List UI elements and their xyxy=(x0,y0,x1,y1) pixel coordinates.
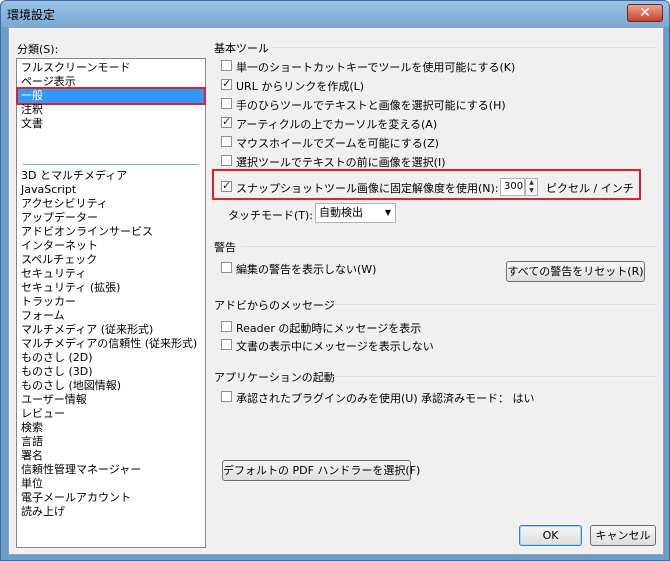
checkbox-label: URL からリンクを作成(L) xyxy=(236,80,365,93)
checkbox[interactable] xyxy=(221,321,232,332)
category-item[interactable]: 検索 xyxy=(21,421,43,435)
touch-mode-select[interactable]: 自動検出 ▼ xyxy=(315,203,396,223)
app-startup-title: アプリケーションの起動 xyxy=(214,371,335,384)
category-item[interactable]: フォーム xyxy=(21,309,65,323)
checkbox-label: マウスホイールでズームを可能にする(Z) xyxy=(236,137,439,150)
spin-up-icon[interactable]: ▲ xyxy=(526,179,537,187)
category-item-fullscreen[interactable]: フルスクリーンモード xyxy=(21,61,130,75)
category-item-comments[interactable]: 注釈 xyxy=(21,103,43,117)
select-pdf-handler-button[interactable]: デフォルトの PDF ハンドラーを選択(F) xyxy=(222,460,420,481)
checkbox-label: 編集の警告を表示しない(W) xyxy=(236,263,377,276)
category-item[interactable]: 署名 xyxy=(21,449,43,463)
close-icon: ✕ xyxy=(639,5,651,21)
warnings-title: 警告 xyxy=(214,241,236,254)
category-item[interactable]: 3D とマルチメディア xyxy=(21,169,127,183)
cancel-button[interactable]: キャンセル xyxy=(590,525,656,546)
checkbox[interactable] xyxy=(221,77,232,90)
checkbox[interactable] xyxy=(221,179,232,192)
checkbox[interactable] xyxy=(221,60,232,71)
reset-all-warnings-button[interactable]: すべての警告をリセット(R) xyxy=(506,261,645,282)
category-item[interactable]: ものさし (3D) xyxy=(21,365,93,379)
preferences-window: 環境設定 ✕ 分類(S): フルスクリーンモード ページ表示 一般 注釈 文書 … xyxy=(0,0,670,561)
category-item[interactable]: アップデーター xyxy=(21,211,98,225)
checkbox-label: Reader の起動時にメッセージを表示 xyxy=(236,322,422,335)
group-divider xyxy=(241,246,657,247)
checkbox-label: 単一のショートカットキーでツールを使用可能にする(K) xyxy=(236,61,516,74)
checkbox[interactable] xyxy=(221,262,232,273)
category-item[interactable]: ものさし (2D) xyxy=(21,351,93,365)
spin-down-icon[interactable]: ▼ xyxy=(526,187,537,195)
category-item[interactable]: アドビオンラインサービス xyxy=(21,225,153,239)
category-item-general[interactable]: 一般 xyxy=(16,87,206,105)
touch-mode-label: タッチモード(T): xyxy=(228,209,314,222)
touch-mode-value: 自動検出 xyxy=(319,206,363,219)
categories-list[interactable]: フルスクリーンモード ページ表示 一般 注釈 文書 3D とマルチメディア Ja… xyxy=(16,58,206,548)
category-item[interactable]: マルチメディア (従来形式) xyxy=(21,323,153,337)
checkbox[interactable] xyxy=(221,115,232,128)
checkbox-label: スナップショットツール画像に固定解像度を使用(N): xyxy=(236,182,499,195)
category-item[interactable]: トラッカー xyxy=(21,295,76,309)
category-item[interactable]: 電子メールアカウント xyxy=(21,491,131,505)
category-item[interactable]: ユーザー情報 xyxy=(21,393,87,407)
title-bar[interactable]: 環境設定 ✕ xyxy=(1,1,669,27)
category-separator xyxy=(23,164,199,165)
category-item[interactable]: 信頼性管理マネージャー xyxy=(21,463,141,477)
category-item[interactable]: レビュー xyxy=(21,407,65,421)
group-divider xyxy=(332,376,657,377)
category-item[interactable]: JavaScript xyxy=(21,183,76,197)
category-item[interactable]: スペルチェック xyxy=(21,253,97,267)
checkbox[interactable] xyxy=(221,98,232,109)
category-item[interactable]: アクセシビリティ xyxy=(21,197,108,211)
adobe-messages-title: アドビからのメッセージ xyxy=(214,299,335,312)
ok-button[interactable]: OK xyxy=(519,525,582,546)
checkbox[interactable] xyxy=(221,391,232,402)
categories-label: 分類(S): xyxy=(17,43,59,56)
checkbox-label: 手のひらツールでテキストと画像を選択可能にする(H) xyxy=(236,99,506,112)
chevron-down-icon[interactable]: ▼ xyxy=(385,204,391,222)
checkbox[interactable] xyxy=(221,339,232,350)
approved-mode-status: 承認済みモード： はい xyxy=(421,392,535,405)
checkbox-label: 承認されたプラグインのみを使用(U) xyxy=(236,392,418,405)
checkbox-label: アーティクルの上でカーソルを変える(A) xyxy=(236,118,438,131)
category-item[interactable]: インターネット xyxy=(21,239,98,253)
category-item[interactable]: ものさし (地図情報) xyxy=(21,379,121,393)
checkbox-label: 文書の表示中にメッセージを表示しない xyxy=(236,340,434,353)
category-item-documents[interactable]: 文書 xyxy=(21,117,43,131)
category-item[interactable]: 単位 xyxy=(21,477,43,491)
checkbox-label: 選択ツールでテキストの前に画像を選択(I) xyxy=(236,156,446,169)
category-item[interactable]: 読み上げ xyxy=(21,505,65,519)
category-item[interactable]: セキュリティ (拡張) xyxy=(21,281,120,295)
resolution-spinner[interactable]: ▲ ▼ xyxy=(525,178,538,196)
resolution-input[interactable]: 300 xyxy=(500,178,525,196)
resolution-unit: ピクセル / インチ xyxy=(546,182,634,195)
category-item-page-display[interactable]: ページ表示 xyxy=(21,75,76,89)
window-title: 環境設定 xyxy=(7,8,56,22)
close-button[interactable]: ✕ xyxy=(627,4,663,22)
checkbox[interactable] xyxy=(221,155,232,166)
category-item[interactable]: 言語 xyxy=(21,435,43,449)
category-item[interactable]: マルチメディアの信頼性 (従来形式) xyxy=(21,337,197,351)
checkbox[interactable] xyxy=(221,136,232,147)
group-divider xyxy=(271,47,657,48)
category-item[interactable]: セキュリティ xyxy=(21,267,86,281)
basic-tools-title: 基本ツール xyxy=(214,42,269,55)
dialog-body: 分類(S): フルスクリーンモード ページ表示 一般 注釈 文書 3D とマルチ… xyxy=(8,27,664,555)
group-divider xyxy=(334,304,657,305)
